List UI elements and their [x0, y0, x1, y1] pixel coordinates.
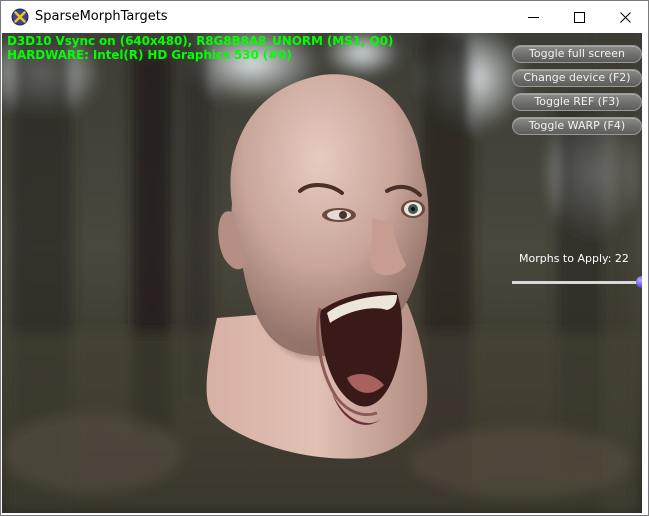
toggle-warp-button[interactable]: Toggle WARP (F4): [512, 117, 642, 135]
device-hardware-text: HARDWARE: Intel(R) HD Graphics 530 (#0): [7, 48, 292, 62]
device-stats-text: D3D10 Vsync on (640x480), R8G8B8A8_UNORM…: [7, 34, 394, 48]
close-button[interactable]: [602, 1, 648, 33]
maximize-button[interactable]: [556, 1, 602, 33]
close-icon: [619, 11, 631, 23]
render-viewport[interactable]: D3D10 Vsync on (640x480), R8G8B8A8_UNORM…: [2, 33, 642, 513]
title-bar[interactable]: SparseMorphTargets: [1, 1, 648, 33]
change-device-button[interactable]: Change device (F2): [512, 69, 642, 87]
app-window: SparseMorphTargets D3D10 Vsync on (640x4…: [0, 0, 649, 516]
directx-x-icon: [11, 8, 29, 26]
minimize-button[interactable]: [510, 1, 556, 33]
window-title: SparseMorphTargets: [35, 9, 168, 24]
minimize-icon: [527, 12, 539, 23]
morphs-slider-track[interactable]: [512, 281, 642, 284]
morphs-slider-thumb[interactable]: [636, 276, 642, 288]
toggle-full-screen-button[interactable]: Toggle full screen: [512, 45, 642, 63]
morphs-to-apply-label: Morphs to Apply: 22: [519, 252, 629, 265]
maximize-icon: [573, 11, 585, 23]
toggle-ref-button[interactable]: Toggle REF (F3): [512, 93, 642, 111]
